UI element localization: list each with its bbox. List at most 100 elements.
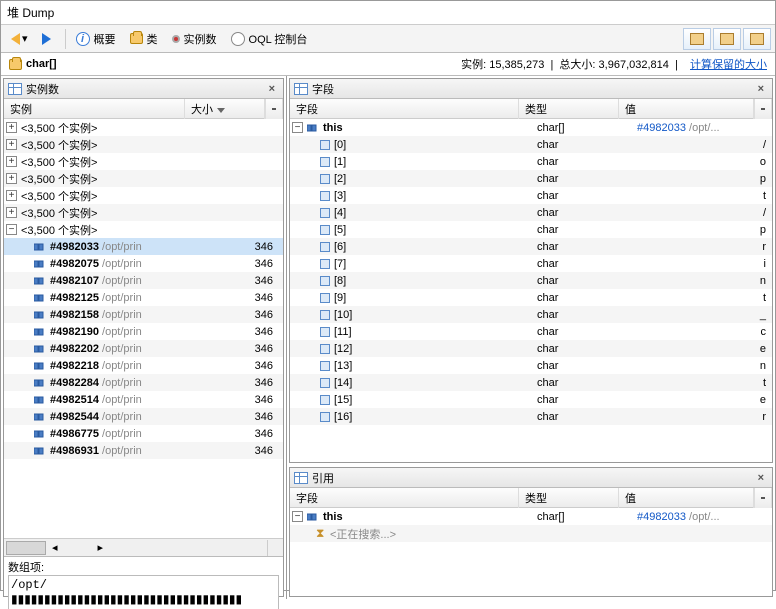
tool-icon — [750, 33, 764, 45]
field-row[interactable]: [13]charn — [290, 357, 772, 374]
instance-row[interactable]: #4982202 /opt/prin346 — [4, 340, 283, 357]
overview-button[interactable]: i概要 — [70, 29, 122, 49]
instance-row[interactable]: #4982075 /opt/prin346 — [4, 255, 283, 272]
col-options[interactable] — [754, 99, 772, 119]
package-icon — [9, 59, 22, 70]
instance-row[interactable]: #4986775 /opt/prin346 — [4, 425, 283, 442]
field-icon — [320, 293, 330, 303]
tool-btn-2[interactable] — [713, 28, 741, 50]
field-row[interactable]: [15]chare — [290, 391, 772, 408]
instance-group-row[interactable]: +<3,500 个实例> — [4, 204, 283, 221]
col-options[interactable] — [754, 488, 772, 508]
fields-panel: 字段 × 字段 类型 值 −thischar[]#4982033 /opt/..… — [289, 78, 773, 463]
instance-row[interactable]: #4982284 /opt/prin346 — [4, 374, 283, 391]
col-options[interactable] — [265, 99, 283, 119]
col-value[interactable]: 值 — [619, 488, 754, 508]
col-type[interactable]: 类型 — [519, 488, 619, 508]
col-type[interactable]: 类型 — [519, 99, 619, 119]
col-field[interactable]: 字段 — [290, 488, 519, 508]
field-this-row[interactable]: −thischar[]#4982033 /opt/... — [290, 119, 772, 136]
field-icon — [320, 191, 330, 201]
refs-grid[interactable]: −thischar[]#4982033 /opt/...<正在搜索...> — [290, 508, 772, 596]
field-row[interactable]: [16]charr — [290, 408, 772, 425]
field-icon — [320, 395, 330, 405]
tree-toggle[interactable]: + — [6, 122, 17, 133]
tree-toggle[interactable]: + — [6, 156, 17, 167]
panel-title: 引用 — [312, 470, 334, 486]
col-field[interactable]: 字段 — [290, 99, 519, 119]
field-icon — [320, 276, 330, 286]
instances-button[interactable]: 实例数 — [166, 29, 223, 49]
instances-panel: 实例数 × 实例 大小 +<3,500 个实例>+<3,500 个实例>+<3,… — [3, 78, 284, 597]
instance-row[interactable]: #4986931 /opt/prin346 — [4, 442, 283, 459]
field-icon — [320, 225, 330, 235]
instance-group-row[interactable]: −<3,500 个实例> — [4, 221, 283, 238]
tree-toggle[interactable]: + — [6, 207, 17, 218]
info-icon: i — [76, 32, 90, 46]
close-icon[interactable]: × — [754, 472, 768, 484]
field-row[interactable]: [5]charp — [290, 221, 772, 238]
close-icon[interactable]: × — [754, 83, 768, 95]
tree-toggle[interactable]: + — [6, 139, 17, 150]
field-row[interactable]: [6]charr — [290, 238, 772, 255]
nav-back-button[interactable]: ▾ — [5, 30, 34, 47]
nav-fwd-button[interactable] — [36, 31, 59, 47]
instance-group-row[interactable]: +<3,500 个实例> — [4, 119, 283, 136]
instance-icon — [172, 35, 180, 43]
tool-btn-1[interactable] — [683, 28, 711, 50]
sort-desc-icon — [217, 108, 225, 113]
field-icon — [320, 242, 330, 252]
col-size[interactable]: 大小 — [185, 99, 265, 119]
compute-retained-link[interactable]: 计算保留的大小 — [690, 59, 767, 71]
close-icon[interactable]: × — [265, 83, 279, 95]
stats-area: 实例: 15,385,273 | 总大小: 3,967,032,814 | 计算… — [461, 56, 767, 72]
h-scrollbar[interactable]: ◂▸ — [4, 538, 283, 556]
field-row[interactable]: [9]chart — [290, 289, 772, 306]
array-icon — [34, 259, 46, 269]
oql-button[interactable]: OQL 控制台 — [225, 29, 314, 49]
tree-toggle[interactable]: + — [6, 190, 17, 201]
instance-row[interactable]: #4982107 /opt/prin346 — [4, 272, 283, 289]
field-row[interactable]: [4]char/ — [290, 204, 772, 221]
instance-group-row[interactable]: +<3,500 个实例> — [4, 187, 283, 204]
field-row[interactable]: [12]chare — [290, 340, 772, 357]
fields-grid[interactable]: −thischar[]#4982033 /opt/...[0]char/[1]c… — [290, 119, 772, 462]
instance-row[interactable]: #4982544 /opt/prin346 — [4, 408, 283, 425]
ref-this-row[interactable]: −thischar[]#4982033 /opt/... — [290, 508, 772, 525]
instance-row[interactable]: #4982514 /opt/prin346 — [4, 391, 283, 408]
field-row[interactable]: [1]charo — [290, 153, 772, 170]
tree-toggle[interactable]: + — [6, 173, 17, 184]
array-icon — [34, 395, 46, 405]
instance-row[interactable]: #4982033 /opt/prin346 — [4, 238, 283, 255]
table-icon — [294, 472, 308, 484]
instance-group-row[interactable]: +<3,500 个实例> — [4, 170, 283, 187]
field-row[interactable]: [11]charc — [290, 323, 772, 340]
instance-row[interactable]: #4982125 /opt/prin346 — [4, 289, 283, 306]
field-row[interactable]: [0]char/ — [290, 136, 772, 153]
breadcrumb-bar: char[] 实例: 15,385,273 | 总大小: 3,967,032,8… — [1, 53, 775, 76]
col-value[interactable]: 值 — [619, 99, 754, 119]
field-row[interactable]: [10]char_ — [290, 306, 772, 323]
field-row[interactable]: [7]chari — [290, 255, 772, 272]
array-icon — [34, 446, 46, 456]
instance-row[interactable]: #4982190 /opt/prin346 — [4, 323, 283, 340]
array-icon — [34, 378, 46, 388]
tool-btn-3[interactable] — [743, 28, 771, 50]
instance-group-row[interactable]: +<3,500 个实例> — [4, 136, 283, 153]
table-icon — [8, 83, 22, 95]
array-icon — [34, 310, 46, 320]
instance-group-row[interactable]: +<3,500 个实例> — [4, 153, 283, 170]
tree-toggle[interactable]: − — [292, 511, 303, 522]
tree-toggle[interactable]: − — [6, 224, 17, 235]
col-instance[interactable]: 实例 — [4, 99, 185, 119]
array-icon — [34, 242, 46, 252]
tree-toggle[interactable]: − — [292, 122, 303, 133]
classes-button[interactable]: 类 — [124, 29, 164, 49]
field-row[interactable]: [14]chart — [290, 374, 772, 391]
instances-grid[interactable]: +<3,500 个实例>+<3,500 个实例>+<3,500 个实例>+<3,… — [4, 119, 283, 538]
field-row[interactable]: [2]charp — [290, 170, 772, 187]
instance-row[interactable]: #4982218 /opt/prin346 — [4, 357, 283, 374]
field-row[interactable]: [8]charn — [290, 272, 772, 289]
instance-row[interactable]: #4982158 /opt/prin346 — [4, 306, 283, 323]
field-row[interactable]: [3]chart — [290, 187, 772, 204]
